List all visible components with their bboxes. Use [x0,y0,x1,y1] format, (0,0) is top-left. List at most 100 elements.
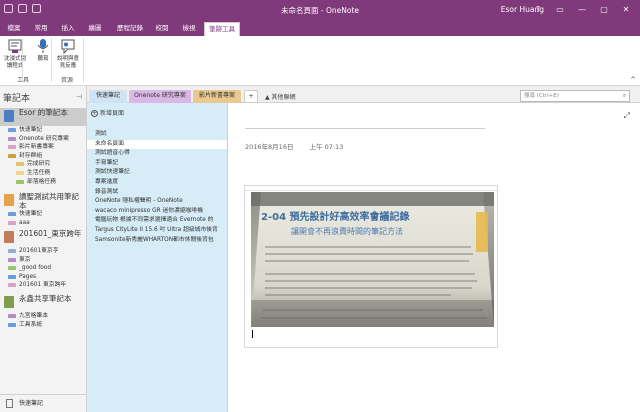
section-color-tab [8,274,16,279]
notebook-title-label: Esor 的筆記本 [19,108,68,117]
page-item[interactable]: 錄音測試 [87,188,227,198]
section-item[interactable]: 影片新書專案 [0,143,86,152]
page-title-line[interactable] [245,128,485,129]
section-color-tab [8,257,16,262]
fullscreen-icon[interactable]: ⤢ [624,111,630,121]
immersive-reader-button[interactable]: 沈浸式閱讀程式 [2,38,28,70]
ribbon-tabs: 檔案 常用 插入 繪圖 歷程記錄 校閱 檢視 筆跡工具 [0,21,640,36]
immersive-reader-icon [8,39,22,53]
section-item[interactable]: 完成研究 [0,160,86,169]
section-label: 東京 [19,256,31,263]
close-icon[interactable]: ✕ [616,3,636,16]
notebook-title-label: 讀聖測試共用筆記本 [19,192,79,210]
section-tab-quick-notes[interactable]: 快速筆記 [89,90,127,103]
tab-view[interactable]: 檢視 [178,22,200,36]
section-item[interactable]: 快速筆記 [0,210,86,219]
tab-insert[interactable]: 插入 [57,22,79,36]
page-item[interactable]: 測試快速筆記 [87,168,227,178]
notebook-esor[interactable]: Esor 的筆記本 快速筆記 Onenote 研究專案 影片新書專案 封存群組 … [0,108,86,186]
photo-subheading: 讓開會不再浪費時間的筆記方法 [291,226,403,236]
folder-icon [8,153,16,158]
notebook-title[interactable]: 讀聖測試共用筆記本 [0,192,86,210]
search-input[interactable]: 搜尋 (Ctrl+E) ⌕ [520,90,630,102]
page-item[interactable]: 測試 [87,130,227,140]
section-label: 快速筆記 [19,211,43,217]
section-item[interactable]: _good food [0,264,86,273]
add-section-button[interactable]: + [244,90,258,103]
notebook-title-label: 永鑫共享筆記本 [19,294,72,303]
page-item[interactable]: 專案進度 [87,178,227,188]
document-photo[interactable]: 2-04 預先設計好高效率會議記錄 讓開會不再浪費時間的筆記方法 [251,192,494,327]
section-label: 201601東京亨 [19,248,59,254]
section-label: 九宮格筆本 [19,313,48,319]
pin-icon[interactable]: ⊣ [76,93,82,101]
page-item[interactable]: Samsonite新秀麗WHARTON都市休閒後背包 [87,236,227,246]
group-label-tools: 工具 [17,77,30,84]
page-item[interactable]: OneNote 隱私權聲明 - OneNote [87,197,227,207]
other-notebook-tab[interactable]: ▲ 其他聯網 [265,92,296,101]
search-icon[interactable]: ⌕ [623,91,626,101]
notebook-tokyo[interactable]: 201601_東京跨年 201601東京亨 東京 _good food Page… [0,229,86,290]
page-item-selected[interactable]: 未命名頁面 [87,139,227,150]
notebook-title[interactable]: Esor 的筆記本 [0,108,86,126]
section-item[interactable]: 九宮格筆本 [0,312,86,321]
other-notebook-label: 其他聯網 [271,94,296,101]
section-item[interactable]: Pages [0,273,86,282]
tab-file[interactable]: 檔案 [2,22,26,36]
notebook-icon [4,231,14,243]
section-tab-onenote-research[interactable]: Onenote 研究專案 [129,90,191,103]
section-item[interactable]: 201601 東京跨年 [0,281,86,290]
container-handle[interactable] [245,186,497,191]
group-label-resources: 資源 [61,77,74,84]
notebook-icon [4,194,14,206]
tab-history[interactable]: 歷程記錄 [114,22,146,36]
notebook-navigation: 筆記本 ⊣ Esor 的筆記本 快速筆記 Onenote 研究專案 影片新書專案… [0,86,87,412]
notebook-shared[interactable]: 永鑫共享筆記本 九宮格筆本 工具系統 [0,294,86,329]
tab-review[interactable]: 校閱 [151,22,173,36]
section-tab-video-book[interactable]: 影片新書專案 [193,90,241,103]
section-color-tab [8,128,16,132]
search-placeholder: 搜尋 (Ctrl+E) [524,93,559,99]
maximize-icon[interactable]: ▢ [594,3,614,16]
page-canvas[interactable]: ⤢ 2016年8月16日 上午 07:13 2-04 預先設計好高效率會議記錄 … [228,103,640,412]
section-color-tab [8,145,16,150]
section-item[interactable]: 工具系統 [0,321,86,330]
note-container[interactable]: 2-04 預先設計好高效率會議記錄 讓開會不再浪費時間的筆記方法 [244,185,498,348]
help-feedback-icon [61,39,75,54]
notebook-title[interactable]: 永鑫共享筆記本 [0,294,86,312]
page-list-pane: + 新增頁面 測試 未命名頁面 測試語音心得 手寫筆記 測試快速筆記 專案進度 錄… [87,103,228,412]
quick-notes-link[interactable]: 快速筆記 [0,394,86,412]
microphone-icon [37,39,49,53]
page-item[interactable]: 手寫筆記 [87,159,227,169]
group-divider [51,38,52,82]
section-group[interactable]: 封存群組 [0,152,86,161]
section-color-tab [16,170,24,175]
page-item[interactable]: 電腦玩物 根據不同需求選擇適合 Evernote 的 [87,216,227,226]
dictate-button[interactable]: 聽寫 [30,38,56,63]
page-date: 2016年8月16日 [245,143,294,151]
section-item[interactable]: 部落格任務 [0,178,86,187]
help-icon[interactable]: ? [528,3,548,16]
notebook-shared-test[interactable]: 讀聖測試共用筆記本 快速筆記 aaa [0,192,86,227]
add-page-button[interactable]: + 新增頁面 [91,108,124,117]
section-item[interactable]: 東京 [0,256,86,265]
page-item[interactable]: 測試語音心得 [87,149,227,159]
minimize-icon[interactable]: — [572,3,592,16]
tab-home[interactable]: 常用 [30,22,52,36]
collapse-ribbon-icon[interactable]: ^ [630,76,636,84]
section-item[interactable]: 201601東京亨 [0,247,86,256]
section-item[interactable]: Onenote 研究專案 [0,135,86,144]
notebook-title[interactable]: 201601_東京跨年 [0,229,86,247]
tab-draw[interactable]: 繪圖 [84,22,106,36]
text-cursor [252,330,253,338]
section-item[interactable]: aaa [0,219,86,228]
ribbon-display-icon[interactable]: ▭ [550,3,570,16]
section-item[interactable]: 生活任務 [0,169,86,178]
notebook-title-label: 201601_東京跨年 [19,229,82,238]
notebooks-header[interactable]: 筆記本 [3,91,30,104]
help-feedback-button[interactable]: 說明與意見反應 [55,38,81,70]
page-item[interactable]: wacaco minipresso GR 迷你濃縮咖啡機 [87,207,227,217]
tab-pen-tools[interactable]: 筆跡工具 [204,22,240,36]
page-item[interactable]: Targus CityLite II 15.6 吋 Ultra 超級城市後背 [87,226,227,236]
section-item[interactable]: 快速筆記 [0,126,86,135]
